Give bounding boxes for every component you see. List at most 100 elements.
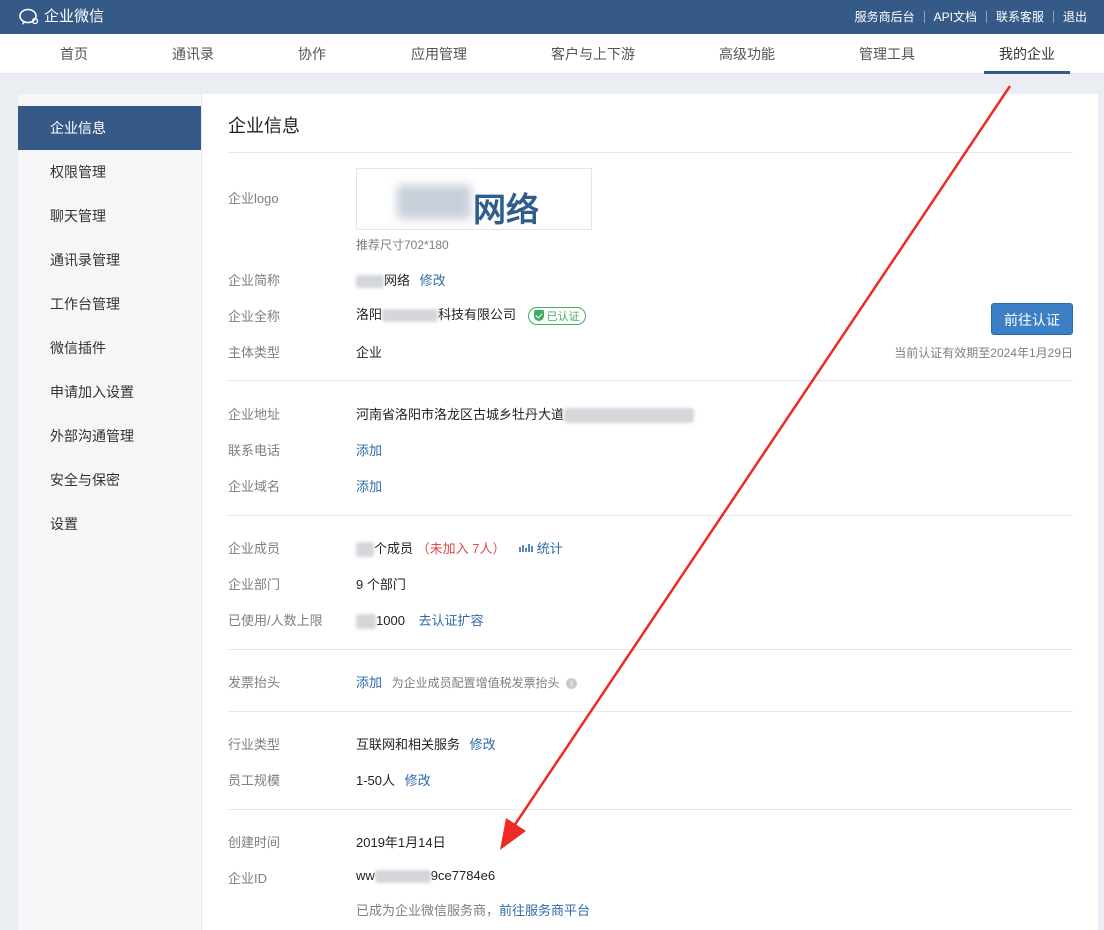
sidebar-item-security[interactable]: 安全与保密: [18, 458, 201, 502]
sidebar-item-contacts[interactable]: 通讯录管理: [18, 238, 201, 282]
verified-badge-text: 已认证: [546, 310, 580, 323]
dept-label: 企业部门: [228, 577, 281, 592]
blurred-text: [374, 870, 431, 884]
scale-text: 1-50人: [356, 773, 396, 788]
add-domain-link[interactable]: 添加: [356, 476, 382, 495]
logo-label: 企业logo: [228, 191, 279, 206]
top-links: 服务商后台 API文档 联系客服 退出: [846, 0, 1096, 34]
main-nav: 首页 通讯录 协作 应用管理 客户与上下游 高级功能 管理工具 我的企业: [0, 34, 1104, 74]
limit-label: 已使用/人数上限: [228, 613, 323, 628]
divider: [228, 711, 1073, 712]
invoice-value: 添加 为企业成员配置增值税发票抬头 i: [356, 672, 578, 691]
add-invoice-link[interactable]: 添加: [356, 675, 382, 690]
divider: [228, 649, 1073, 650]
divider: [228, 380, 1073, 381]
corp-id-value[interactable]: ww 9ce7784e6: [356, 868, 496, 884]
members-count-text: 个成员: [374, 541, 414, 556]
sidebar-item-join-settings[interactable]: 申请加入设置: [18, 370, 201, 414]
sidebar: 企业信息 权限管理 聊天管理 通讯录管理 工作台管理 微信插件 申请加入设置 外…: [18, 94, 202, 930]
sidebar-item-settings[interactable]: 设置: [18, 502, 201, 546]
industry-value: 互联网和相关服务 修改: [356, 734, 496, 753]
blurred-text: [382, 309, 439, 323]
created-value: 2019年1月14日: [356, 835, 446, 850]
tab-admin-tools[interactable]: 管理工具: [852, 34, 922, 74]
shield-check-icon: [533, 310, 544, 322]
logout-link[interactable]: 退出: [1054, 0, 1096, 34]
info-icon[interactable]: i: [566, 678, 578, 690]
verified-badge: 已认证: [527, 306, 586, 325]
members-unjoined: （未加入 7人）: [416, 541, 506, 556]
invoice-hint: 为企业成员配置增值税发票抬头: [391, 676, 560, 690]
app-brand[interactable]: 企业微信: [18, 0, 104, 34]
edit-scale-link[interactable]: 修改: [405, 773, 431, 788]
sidebar-item-workbench[interactable]: 工作台管理: [18, 282, 201, 326]
short-name-suffix: 网络: [384, 273, 411, 288]
logo-text: 网络: [473, 191, 539, 228]
tab-home[interactable]: 首页: [48, 34, 100, 74]
provider-note-text: 已成为企业微信服务商，: [356, 903, 500, 918]
sidebar-item-permissions[interactable]: 权限管理: [18, 150, 201, 194]
phone-label: 联系电话: [228, 443, 281, 458]
provider-admin-link[interactable]: 服务商后台: [846, 0, 924, 34]
full-name-label: 企业全称: [228, 309, 281, 324]
divider: [228, 515, 1073, 516]
contact-support-link[interactable]: 联系客服: [987, 0, 1053, 34]
auth-validity-note: 当前认证有效期至2024年1月29日: [894, 346, 1073, 360]
industry-text: 互联网和相关服务: [356, 737, 461, 752]
address-label: 企业地址: [228, 407, 281, 422]
corp-id-prefix: ww: [356, 868, 375, 883]
entity-type-label: 主体类型: [228, 345, 281, 360]
company-logo[interactable]: 网络: [356, 168, 592, 230]
short-name-label: 企业简称: [228, 273, 281, 288]
scale-label: 员工规模: [228, 773, 281, 788]
tab-app-management[interactable]: 应用管理: [404, 34, 474, 74]
invoice-label: 发票抬头: [228, 675, 281, 690]
divider: [228, 809, 1073, 810]
full-name-value: 洛阳 科技有限公司 已认证: [356, 304, 586, 325]
provider-platform-link[interactable]: 前往服务商平台: [499, 903, 590, 918]
edit-short-name-link[interactable]: 修改: [420, 273, 446, 288]
main-panel: 企业信息 权限管理 聊天管理 通讯录管理 工作台管理 微信插件 申请加入设置 外…: [18, 94, 1098, 930]
blurred-text: [564, 408, 695, 424]
limit-number: 1000: [376, 613, 405, 628]
short-name-value: 网络 修改: [356, 270, 446, 289]
expand-capacity-link[interactable]: 去认证扩容: [419, 613, 484, 628]
add-phone-link[interactable]: 添加: [356, 440, 382, 459]
logo-blurred-area: [397, 185, 471, 219]
stats-link[interactable]: 统计: [537, 541, 563, 556]
wecom-logo-icon: [19, 8, 39, 25]
full-name-prefix: 洛阳: [356, 307, 383, 322]
industry-label: 行业类型: [228, 737, 281, 752]
sidebar-item-company-info[interactable]: 企业信息: [18, 106, 201, 150]
tab-collaboration[interactable]: 协作: [290, 34, 334, 74]
tab-contacts[interactable]: 通讯录: [165, 34, 221, 74]
dept-value: 9 个部门: [356, 577, 406, 592]
company-info-content: 企业信息 企业logo 网络 推荐尺寸702*180 企业简称 网络 修改 企业…: [228, 94, 1073, 930]
sidebar-item-chat[interactable]: 聊天管理: [18, 194, 201, 238]
divider: [228, 152, 1073, 153]
sidebar-item-external-comm[interactable]: 外部沟通管理: [18, 414, 201, 458]
edit-industry-link[interactable]: 修改: [470, 737, 496, 752]
blurred-text: [356, 614, 376, 630]
entity-type-value: 企业: [356, 345, 383, 360]
top-bar: 企业微信 服务商后台 API文档 联系客服 退出: [0, 0, 1104, 34]
tab-my-company[interactable]: 我的企业: [984, 34, 1070, 74]
api-docs-link[interactable]: API文档: [925, 0, 986, 34]
sidebar-item-wechat-plugin[interactable]: 微信插件: [18, 326, 201, 370]
tab-customers[interactable]: 客户与上下游: [545, 34, 641, 74]
created-label: 创建时间: [228, 835, 281, 850]
provider-note: 已成为企业微信服务商，前往服务商平台: [356, 900, 590, 919]
members-value: 个成员 （未加入 7人） 统计: [356, 538, 563, 558]
corp-id-suffix: 9ce7784e6: [430, 868, 496, 883]
corp-id-label: 企业ID: [228, 871, 268, 886]
page-title: 企业信息: [228, 116, 300, 136]
tab-advanced[interactable]: 高级功能: [712, 34, 782, 74]
address-text: 河南省洛阳市洛龙区古城乡牡丹大道: [356, 407, 565, 422]
address-value: 河南省洛阳市洛龙区古城乡牡丹大道: [356, 404, 695, 424]
limit-value: 1000 去认证扩容: [356, 610, 484, 630]
blurred-text: [356, 542, 374, 558]
go-verify-button[interactable]: 前往认证: [991, 303, 1073, 335]
members-label: 企业成员: [228, 541, 281, 556]
logo-hint: 推荐尺寸702*180: [356, 238, 449, 252]
scale-value: 1-50人 修改: [356, 770, 431, 789]
